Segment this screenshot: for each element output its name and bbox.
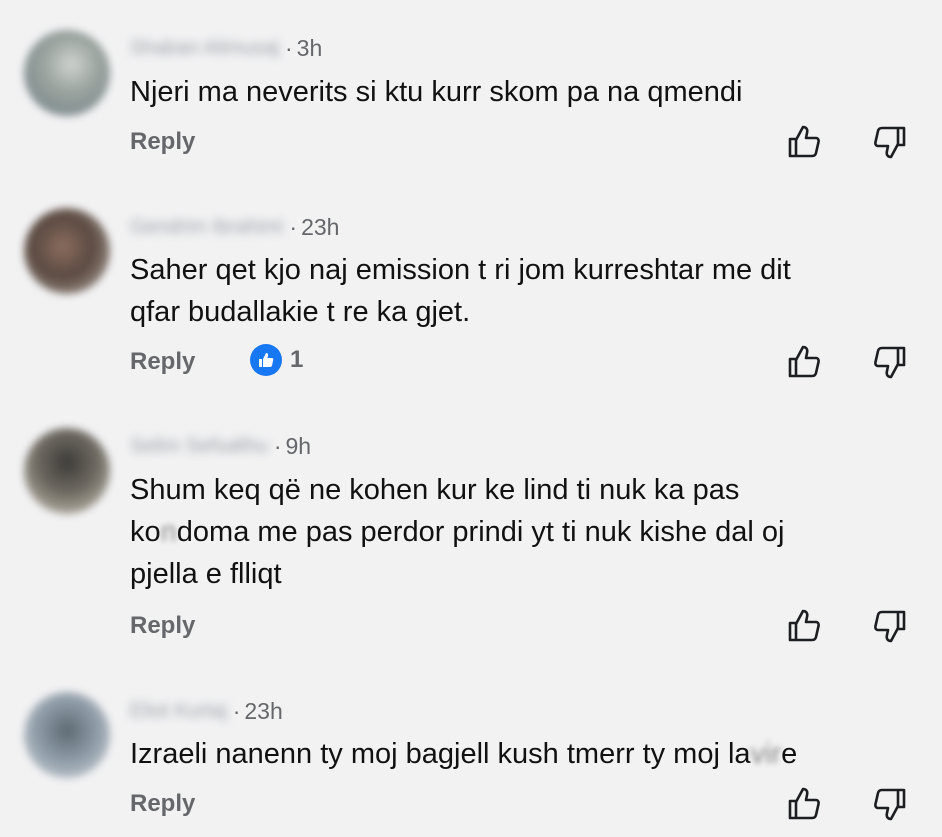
reply-button[interactable]: Reply [130,128,195,156]
comment-meta: Selim Sefsalihu · 9h [130,431,311,461]
text-segment-blurred: vir [750,738,782,770]
text-segment: ko [130,516,161,548]
author-name[interactable]: Shaban Alimusaj [130,37,279,60]
reply-button[interactable]: Reply [130,612,195,640]
comment-meta: Gendrim Ibrahimi · 23h [130,212,339,242]
comment-text-line: pjella e flliqt [130,558,282,590]
upvote-icon[interactable] [784,784,824,824]
comment-actions: Reply [0,786,942,826]
reply-button[interactable]: Reply [130,348,195,376]
upvote-icon[interactable] [784,122,824,162]
avatar[interactable] [24,30,110,116]
comment-text-line: Izraeli nanenn ty moj bagjell kush tmerr… [130,733,910,775]
reaction-count: 1 [290,346,304,373]
avatar[interactable] [24,692,110,778]
downvote-icon[interactable] [870,122,910,162]
comment-text: Njeri ma neverits si ktu kurr skom pa na… [130,71,910,113]
text-segment: Izraeli nanenn ty moj bagjell kush tmerr… [130,738,751,770]
comment-actions: Reply [0,124,942,164]
text-segment: doma me pas perdor prindi yt ti nuk kish… [176,516,785,548]
comment-text-line: Saher qet kjo naj emission t ri jom kurr… [130,254,791,286]
comment-time: 23h [301,213,340,240]
text-segment-blurred: n [160,516,177,548]
downvote-icon[interactable] [870,784,910,824]
comment-time: 23h [244,697,283,724]
downvote-icon[interactable] [870,342,910,382]
upvote-icon[interactable] [784,342,824,382]
time-separator: · [284,34,293,61]
time-separator: · [273,432,282,459]
comment-text: Saher qet kjo naj emission t ri jom kurr… [130,249,910,333]
comment-text-line: qfar budallakie t re ka gjet. [130,296,471,328]
comment-text-line: kondoma me pas perdor prindi yt ti nuk k… [130,511,910,553]
comments-list: Shaban Alimusaj · 3h Njeri ma neverits s… [0,0,942,837]
time-separator: · [232,697,241,724]
comment-meta: Shaban Alimusaj · 3h [130,33,322,63]
comment-time: 3h [296,34,323,61]
text-segment: e [781,738,798,770]
comment-text-line: Shum keq që ne kohen kur ke lind ti nuk … [130,474,740,506]
comment-text: Shum keq që ne kohen kur ke lind ti nuk … [130,469,910,595]
like-reaction-icon [250,344,282,376]
avatar[interactable] [24,428,110,514]
reply-button[interactable]: Reply [130,790,195,818]
avatar[interactable] [24,208,110,294]
comment-text-line: Njeri ma neverits si ktu kurr skom pa na… [130,76,743,108]
author-name[interactable]: Selim Sefsalihu [130,435,268,458]
time-separator: · [289,213,298,240]
author-name[interactable]: Eliot Kurtaj [130,700,227,723]
downvote-icon[interactable] [870,606,910,646]
comment-actions: Reply [0,608,942,648]
comment-text: Izraeli nanenn ty moj bagjell kush tmerr… [130,733,910,775]
author-name[interactable]: Gendrim Ibrahimi [130,216,283,239]
comment-time: 9h [285,432,312,459]
reaction-summary[interactable]: 1 [250,344,303,376]
comment-meta: Eliot Kurtaj · 23h [130,696,283,726]
upvote-icon[interactable] [784,606,824,646]
comment-actions: Reply 1 [0,344,942,384]
